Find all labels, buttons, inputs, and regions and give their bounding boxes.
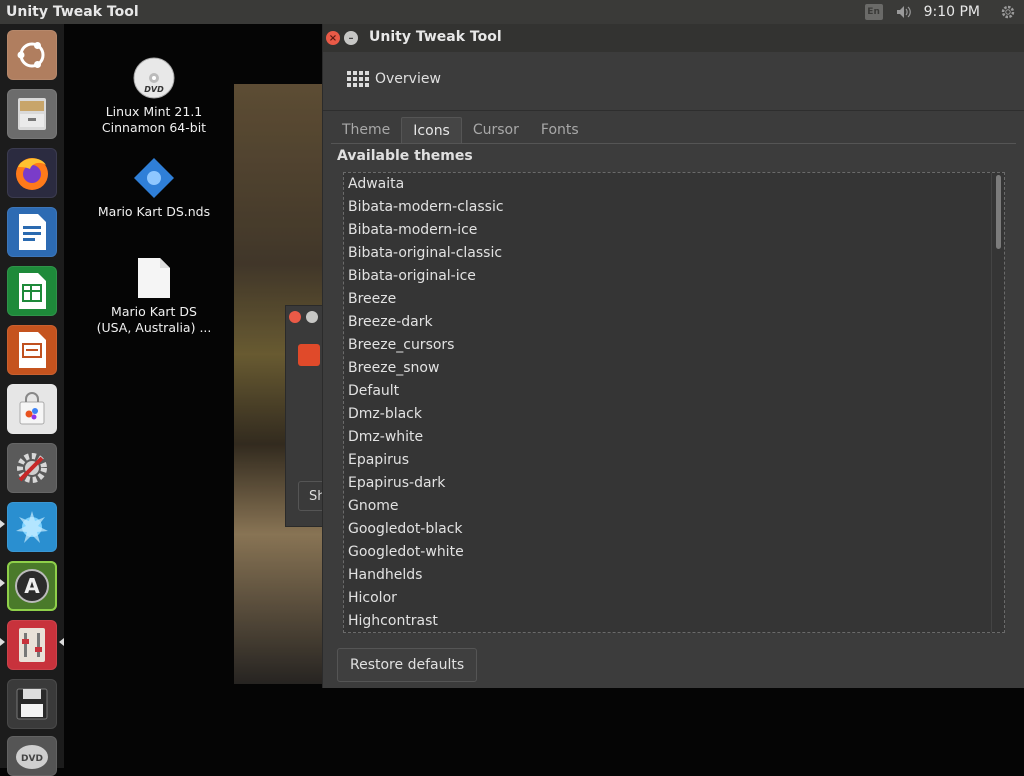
launcher-item-firefox[interactable] <box>7 148 57 198</box>
tab-theme[interactable]: Theme <box>331 117 401 143</box>
theme-list-item[interactable]: Bibata-original-ice <box>344 265 1004 288</box>
dvd-icon: DVD <box>132 56 176 100</box>
running-indicator <box>0 638 5 646</box>
theme-list-item[interactable]: Breeze <box>344 288 1004 311</box>
launcher-item-system-settings[interactable] <box>7 443 57 493</box>
theme-list-item[interactable]: Adwaita <box>344 173 1004 196</box>
theme-list-item[interactable]: Breeze_snow <box>344 357 1004 380</box>
top-panel-app-title: Unity Tweak Tool <box>6 4 139 20</box>
ubuntu-logo-icon <box>17 42 45 68</box>
gear-icon[interactable] <box>998 2 1018 22</box>
tab-bar: Theme Icons Cursor Fonts <box>331 117 590 143</box>
launcher-item-impress[interactable] <box>7 325 57 375</box>
launcher-item-software-center[interactable] <box>7 384 57 434</box>
theme-list-item[interactable]: Epapirus <box>344 449 1004 472</box>
volume-icon[interactable] <box>894 2 914 22</box>
theme-list-item[interactable]: Bibata-original-classic <box>344 242 1004 265</box>
launcher-item-disk-saver[interactable] <box>7 679 57 729</box>
icons-tab-panel: Available themes Adwaita Bibata-modern-c… <box>331 143 1016 689</box>
scrollbar[interactable] <box>991 173 1004 632</box>
svg-text:A: A <box>24 574 40 598</box>
running-indicator <box>0 579 5 587</box>
unity-tweak-tool-window: × – Unity Tweak Tool Overview Theme Icon… <box>322 24 1024 688</box>
dvd-icon: DVD <box>16 745 48 769</box>
launcher-item-unity-tweak-tool[interactable] <box>7 620 57 670</box>
launcher-item-desktop-app[interactable] <box>7 502 57 552</box>
desktop-icon-label-line2: (USA, Australia) ... <box>96 320 212 335</box>
keyboard-indicator-label: En <box>864 4 883 20</box>
section-label: Available themes <box>337 148 473 164</box>
launcher-item-software-updater[interactable]: A <box>7 561 57 611</box>
system-tray: En 9:10 PM <box>864 0 1024 24</box>
overview-bar: Overview <box>323 52 1024 111</box>
theme-list-item[interactable]: Googledot-white <box>344 541 1004 564</box>
theme-list-item[interactable]: Dmz-white <box>344 426 1004 449</box>
updater-icon: A <box>15 569 49 603</box>
theme-list-item[interactable]: Bibata-modern-ice <box>344 219 1004 242</box>
shopping-bag-icon <box>19 392 45 425</box>
keyboard-indicator-icon[interactable]: En <box>864 2 884 22</box>
focused-indicator <box>59 638 64 646</box>
theme-list-item[interactable]: Breeze-dark <box>344 311 1004 334</box>
theme-list-item[interactable]: Gnome <box>344 495 1004 518</box>
svg-text:DVD: DVD <box>21 754 43 764</box>
theme-list-item[interactable]: Breeze_cursors <box>344 334 1004 357</box>
tab-cursor[interactable]: Cursor <box>462 117 530 143</box>
grid-icon <box>347 71 369 87</box>
theme-list-item[interactable]: Default <box>344 380 1004 403</box>
firefox-icon <box>16 158 48 190</box>
overview-button[interactable]: Overview <box>347 71 441 87</box>
launcher-item-files[interactable] <box>7 89 57 139</box>
tweak-tool-icon <box>19 628 45 662</box>
calc-sheet-icon <box>19 273 46 309</box>
desktop-icon-mario-kart-nds[interactable]: Mario Kart DS.nds <box>89 156 219 220</box>
file-cabinet-icon <box>18 98 46 130</box>
theme-list-item[interactable]: Dmz-black <box>344 403 1004 426</box>
nds-rom-icon <box>132 156 176 200</box>
desktop-icon-linux-mint-iso[interactable]: DVD Linux Mint 21.1 Cinnamon 64-bit <box>89 56 219 136</box>
theme-list-item[interactable]: Bibata-modern-classic <box>344 196 1004 219</box>
theme-list-item[interactable]: Handhelds <box>344 564 1004 587</box>
warning-app-icon <box>298 344 320 366</box>
theme-list[interactable]: Adwaita Bibata-modern-classic Bibata-mod… <box>343 172 1005 633</box>
gear-wrench-icon <box>17 453 47 483</box>
launcher-item-dvd[interactable]: DVD <box>7 736 57 776</box>
tab-fonts[interactable]: Fonts <box>530 117 590 143</box>
window-title: Unity Tweak Tool <box>369 29 502 45</box>
theme-list-item[interactable]: Googledot-black <box>344 518 1004 541</box>
minimize-icon[interactable]: – <box>344 31 358 45</box>
floppy-icon <box>16 688 48 720</box>
desktop-icon-label: Mario Kart DS <box>111 304 197 319</box>
desktop-icon-label: Mario Kart DS.nds <box>97 204 211 219</box>
impress-slide-icon <box>19 332 46 368</box>
top-panel: Unity Tweak Tool En 9:10 PM <box>0 0 1024 24</box>
overview-label: Overview <box>375 71 441 87</box>
restore-defaults-button[interactable]: Restore defaults <box>337 648 478 682</box>
launcher-item-calc[interactable] <box>7 266 57 316</box>
scrollbar-thumb[interactable] <box>996 175 1001 249</box>
theme-list-item[interactable]: Highcontrast <box>344 610 1004 632</box>
minimize-icon[interactable] <box>306 311 318 323</box>
theme-list-item[interactable]: Hicolor <box>344 587 1004 610</box>
svg-text:DVD: DVD <box>144 85 164 94</box>
writer-doc-icon <box>19 214 46 250</box>
launcher-item-writer[interactable] <box>7 207 57 257</box>
background-dialog[interactable]: Sh <box>285 305 338 527</box>
blank-file-icon <box>135 256 173 300</box>
close-icon[interactable] <box>289 311 301 323</box>
launcher-item-ubuntu-dash[interactable] <box>7 30 57 80</box>
clock[interactable]: 9:10 PM <box>924 4 980 20</box>
desktop-icon-label: Linux Mint 21.1 <box>105 104 203 119</box>
close-icon[interactable]: × <box>326 31 340 45</box>
window-titlebar[interactable]: × – Unity Tweak Tool <box>323 24 1024 52</box>
blue-splash-icon <box>16 511 48 543</box>
launcher: A DVD <box>0 24 64 776</box>
desktop-icon-mario-kart-file[interactable]: Mario Kart DS (USA, Australia) ... <box>89 256 219 336</box>
desktop-icon-label-line2: Cinnamon 64-bit <box>101 120 207 135</box>
tab-icons[interactable]: Icons <box>401 117 462 143</box>
theme-list-item[interactable]: Epapirus-dark <box>344 472 1004 495</box>
running-indicator <box>0 520 5 528</box>
